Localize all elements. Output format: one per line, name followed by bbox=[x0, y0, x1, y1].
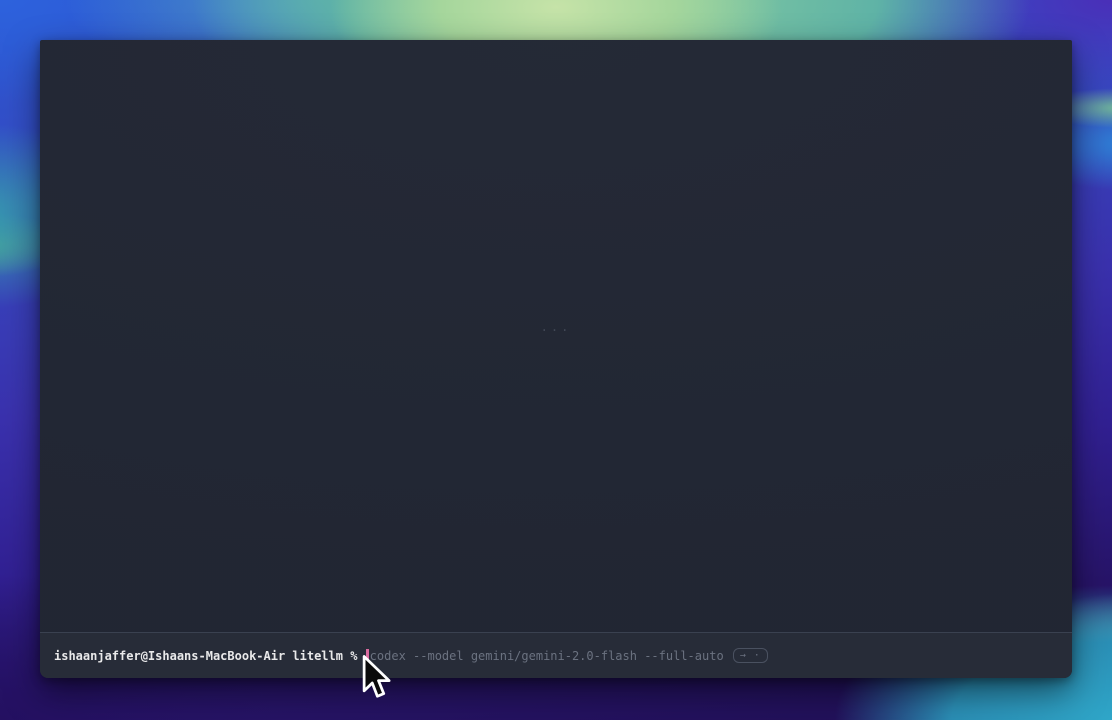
terminal-prompt-bar[interactable]: ishaanjaffer@Ishaans-MacBook-Air litellm… bbox=[40, 632, 1072, 678]
loading-dots: ... bbox=[541, 320, 572, 334]
terminal-output-area[interactable]: ... bbox=[40, 40, 1072, 632]
desktop-wallpaper: ... ishaanjaffer@Ishaans-MacBook-Air lit… bbox=[0, 0, 1112, 720]
terminal-window[interactable]: ... ishaanjaffer@Ishaans-MacBook-Air lit… bbox=[40, 40, 1072, 678]
text-cursor bbox=[366, 649, 369, 662]
autosuggestion-text: codex --model gemini/gemini-2.0-flash --… bbox=[370, 649, 724, 663]
shell-prompt: ishaanjaffer@Ishaans-MacBook-Air litellm… bbox=[54, 649, 365, 663]
accept-suggestion-key-hint: → · bbox=[733, 648, 768, 663]
right-arrow-key-label: → · bbox=[740, 651, 761, 661]
